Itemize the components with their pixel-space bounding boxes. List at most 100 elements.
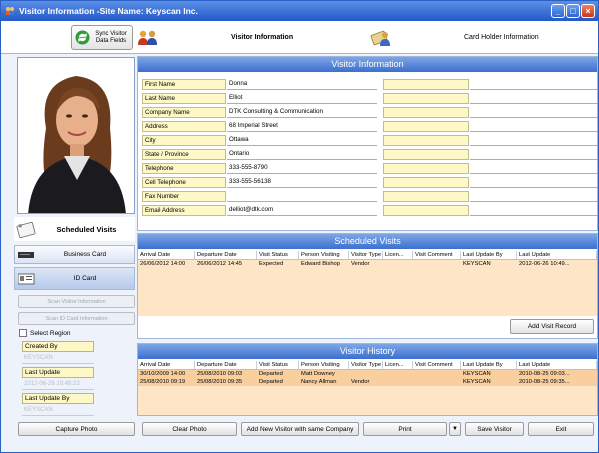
extra-field-input[interactable] (470, 205, 598, 216)
col-visit-comment[interactable]: Visit Comment (413, 361, 461, 369)
col-arrival-date[interactable]: Arrival Date (138, 361, 195, 369)
select-region-checkbox[interactable]: Select Region (19, 329, 70, 337)
exit-button[interactable]: Exit (528, 422, 594, 436)
cell: Expected (259, 261, 284, 267)
field-cell-telephone: Cell Telephone 333-555-56138 (142, 177, 598, 189)
scheduled-visits-grid[interactable]: Arrival Date Departure Date Visit Status… (138, 251, 597, 316)
visitor-history-header: Visitor History (138, 344, 597, 359)
top-toolbar: Sync Visitor Data Fields Visitor Informa… (1, 21, 598, 54)
cell (383, 370, 413, 378)
tab-visitor-information[interactable]: Visitor Information (135, 22, 365, 53)
table-row[interactable]: 26/06/2012 14:00 26/06/2012 14:45 Expect… (138, 260, 597, 268)
extra-field-input[interactable] (470, 93, 598, 104)
cell: 2010-08-25 09:03... (519, 371, 570, 377)
extra-field-input[interactable] (470, 79, 598, 90)
calendar-icon (16, 221, 36, 238)
field-input[interactable]: Ontario (227, 149, 377, 160)
field-input[interactable]: Elliot (227, 93, 377, 104)
scheduled-visits-header: Scheduled Visits (138, 234, 597, 249)
scan-id-card-information-button[interactable]: Scan ID Card Information (18, 312, 135, 325)
extra-field-label (383, 135, 469, 146)
table-row[interactable]: 30/10/2009 14:00 25/08/2010 09:03 Depart… (138, 370, 597, 378)
col-last-update[interactable]: Last Update (517, 251, 597, 259)
extra-field-input[interactable] (470, 121, 598, 132)
field-input[interactable]: 333-555-56138 (227, 177, 377, 188)
scan-visitor-information-button[interactable]: Scan Visitor Information (18, 295, 135, 308)
window-title: Visitor Information -Site Name: Keyscan … (19, 6, 198, 16)
last-update-label: Last Update (22, 367, 94, 378)
col-person-visiting[interactable]: Person Visiting (299, 251, 349, 259)
col-last-update[interactable]: Last Update (517, 361, 597, 369)
col-visit-status[interactable]: Visit Status (257, 361, 299, 369)
field-input[interactable]: delliot@dtk.com (227, 205, 377, 216)
col-departure-date[interactable]: Departure Date (195, 361, 257, 369)
field-fax-number: Fax Number (142, 191, 598, 203)
col-visit-comment[interactable]: Visit Comment (413, 251, 461, 259)
minimize-button[interactable]: _ (551, 4, 565, 18)
col-departure-date[interactable]: Departure Date (195, 251, 257, 259)
col-arrival-date[interactable]: Arrival Date (138, 251, 195, 259)
field-label: Company Name (142, 107, 226, 118)
sync-visitor-data-fields-button[interactable]: Sync Visitor Data Fields (71, 25, 133, 50)
capture-photo-button[interactable]: Capture Photo (18, 422, 135, 436)
extra-field-input[interactable] (470, 191, 598, 202)
visitor-history-grid[interactable]: Arrival Date Departure Date Visit Status… (138, 361, 597, 415)
tab-card-holder-information[interactable]: Card Holder Information (366, 22, 598, 53)
cell (413, 370, 461, 378)
col-person-visiting[interactable]: Person Visiting (299, 361, 349, 369)
id-card-button[interactable]: ID Card (14, 267, 135, 290)
business-card-button[interactable]: Business Card (14, 245, 135, 264)
visitor-icon (138, 30, 157, 45)
col-last-update-by[interactable]: Last Update By (461, 361, 517, 369)
table-row[interactable]: 25/08/2010 09:19 25/08/2010 09:35 Depart… (138, 378, 597, 386)
col-license[interactable]: Licen... (383, 361, 413, 369)
extra-field-label (383, 121, 469, 132)
bottom-button-bar: Capture Photo Clear Photo Add New Visito… (1, 420, 598, 452)
save-visitor-button[interactable]: Save Visitor (465, 422, 524, 436)
print-dropdown-chevron-down-icon[interactable]: ▼ (449, 422, 461, 436)
clear-photo-button[interactable]: Clear Photo (142, 422, 237, 436)
col-last-update-by[interactable]: Last Update By (461, 251, 517, 259)
field-input[interactable]: DTK Consulting & Communication (227, 107, 377, 118)
field-label: First Name (142, 79, 226, 90)
left-panel: Scheduled Visits Business Card ID Card S… (14, 57, 135, 417)
add-visit-record-button[interactable]: Add Visit Record (510, 319, 594, 334)
field-label: Last Name (142, 93, 226, 104)
print-button[interactable]: Print (363, 422, 447, 436)
col-visitor-type[interactable]: Visitor Type (349, 361, 383, 369)
field-input[interactable]: Ottawa (227, 135, 377, 146)
visitor-history-panel: Visitor History Arrival Date Departure D… (137, 343, 598, 416)
maximize-button[interactable]: □ (566, 4, 580, 18)
extra-field-input[interactable] (470, 163, 598, 174)
extra-field-input[interactable] (470, 107, 598, 118)
add-new-visitor-same-company-button[interactable]: Add New Visitor with same Company (241, 422, 359, 436)
checkbox-box[interactable] (19, 329, 27, 337)
sync-icon (75, 30, 90, 45)
visitor-information-window: Visitor Information -Site Name: Keyscan … (0, 0, 599, 453)
title-bar[interactable]: Visitor Information -Site Name: Keyscan … (1, 1, 598, 21)
extra-field-input[interactable] (470, 177, 598, 188)
cell (349, 370, 383, 378)
col-visit-status[interactable]: Visit Status (257, 251, 299, 259)
scheduled-visits-button[interactable]: Scheduled Visits (14, 217, 135, 241)
cell: KEYSCAN (463, 371, 491, 377)
col-license[interactable]: Licen... (383, 251, 413, 259)
col-visitor-type[interactable]: Visitor Type (349, 251, 383, 259)
field-label: Cell Telephone (142, 177, 226, 188)
field-input[interactable]: 68 Imperial Street (227, 121, 377, 132)
field-address: Address 68 Imperial Street (142, 121, 598, 133)
close-button[interactable]: × (581, 4, 595, 18)
extra-field-input[interactable] (470, 149, 598, 160)
cell: 2012-06-26 10:49... (519, 261, 570, 267)
extra-field-label (383, 163, 469, 174)
field-label: State / Province (142, 149, 226, 160)
cell: 25/08/2010 09:35 (197, 379, 243, 385)
extra-field-input[interactable] (470, 135, 598, 146)
id-card-icon (18, 273, 35, 284)
field-input[interactable]: 333-555-8790 (227, 163, 377, 174)
extra-field-label (383, 191, 469, 202)
extra-field-label (383, 205, 469, 216)
field-input[interactable]: Donna (227, 79, 377, 90)
field-state-province: State / Province Ontario (142, 149, 598, 161)
field-input[interactable] (227, 191, 377, 202)
